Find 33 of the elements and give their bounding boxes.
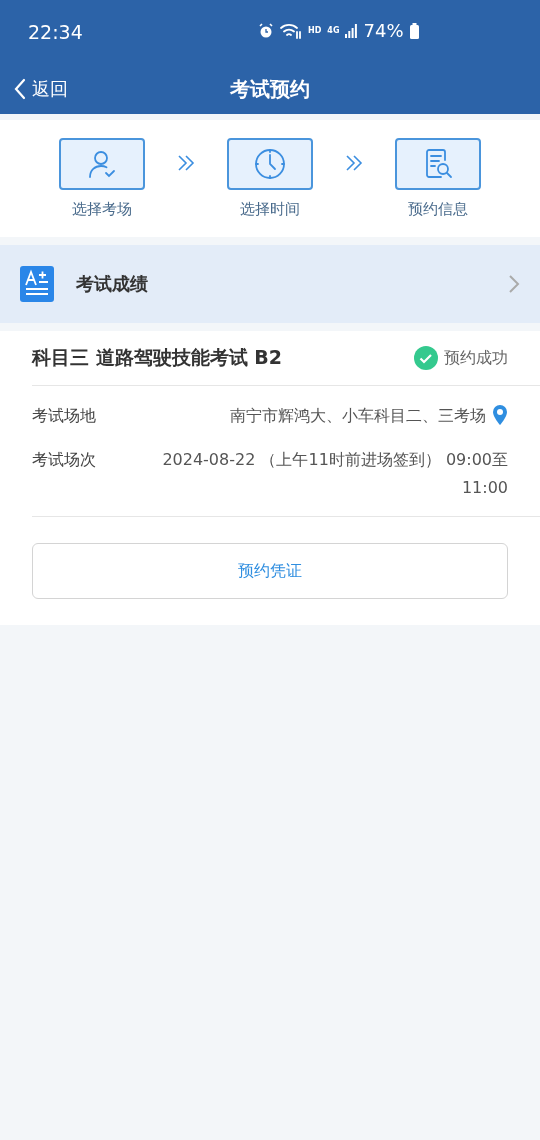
step-label: 预约信息 <box>408 200 468 219</box>
chevron-right-icon <box>508 274 520 294</box>
check-circle-icon <box>414 346 438 370</box>
network-type: 4G <box>327 26 340 35</box>
step-tile[interactable] <box>395 138 481 190</box>
wifi-icon <box>280 22 302 39</box>
step-label: 选择时间 <box>240 200 300 219</box>
field-value: 2024-08-22 （上午11时前进场签到） 09:00至 11:00 <box>161 449 508 499</box>
status-text: 预约成功 <box>444 347 508 369</box>
score-label: 考试成绩 <box>76 272 149 296</box>
step-label: 选择考场 <box>72 200 132 219</box>
field-value: 南宁市辉鸿大、小车科目二、三考场 <box>230 405 486 427</box>
exam-score-row[interactable]: 考试成绩 <box>0 245 540 323</box>
field-label: 考试场地 <box>32 405 97 427</box>
back-button[interactable]: 返回 <box>14 77 68 101</box>
status-time: 22:34 <box>28 21 83 43</box>
voucher-button[interactable]: 预约凭证 <box>32 543 508 599</box>
grade-icon <box>20 266 54 302</box>
page-title: 考试预约 <box>230 76 310 101</box>
signal-icon <box>345 23 358 38</box>
field-label: 考试场次 <box>32 449 97 471</box>
clock-icon <box>253 147 287 181</box>
exam-title: 科目三 道路驾驶技能考试 B2 <box>32 345 283 370</box>
location-pin-icon[interactable] <box>492 404 508 426</box>
battery-percent: 74% <box>363 20 404 41</box>
step-tile[interactable] <box>227 138 313 190</box>
step-tile[interactable] <box>59 138 145 190</box>
battery-icon <box>409 22 419 39</box>
hd-indicator: HD <box>308 26 322 35</box>
double-chevron-icon <box>345 154 363 172</box>
double-chevron-icon <box>177 154 195 172</box>
chevron-left-icon <box>14 78 26 100</box>
alarm-icon <box>258 22 274 39</box>
